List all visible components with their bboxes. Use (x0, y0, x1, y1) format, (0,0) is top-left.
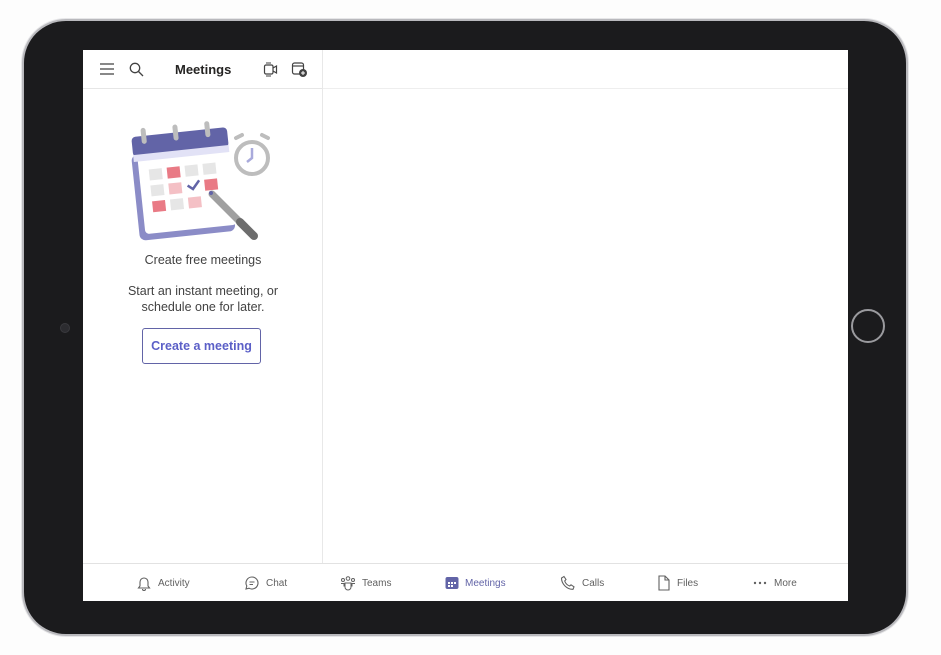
tab-activity[interactable]: Activity (136, 564, 190, 601)
header: Meetings (83, 50, 323, 89)
phone-icon (560, 575, 575, 590)
app-screen: Meetings Create free meetings Start an i… (83, 50, 848, 601)
file-icon (658, 575, 670, 591)
menu-icon[interactable] (99, 62, 115, 76)
tab-files[interactable]: Files (657, 564, 698, 601)
tab-label: Chat (266, 577, 288, 589)
empty-state-description: Start an instant meeting, or schedule on… (83, 283, 323, 315)
page-title: Meetings (175, 62, 232, 77)
calendar-icon (445, 577, 459, 589)
chat-icon (245, 576, 259, 590)
create-meeting-button[interactable]: Create a meeting (142, 328, 261, 364)
tab-meetings[interactable]: Meetings (445, 564, 506, 601)
tab-label: More (774, 577, 797, 589)
home-button[interactable] (851, 309, 885, 343)
tab-label: Files (677, 577, 699, 589)
bottom-nav: Activity Chat Teams Meetings Calls Files… (83, 563, 848, 601)
meet-now-icon[interactable] (263, 62, 278, 77)
ellipsis-icon (753, 581, 767, 585)
tab-label: Meetings (465, 577, 506, 589)
tab-label: Calls (582, 577, 605, 589)
detail-header-border (323, 88, 848, 89)
empty-state-heading: Create free meetings (144, 253, 262, 267)
description-line-1: Start an instant meeting, or (127, 284, 279, 298)
tab-chat[interactable]: Chat (244, 564, 287, 601)
tab-teams[interactable]: Teams (340, 564, 391, 601)
teams-icon (341, 576, 355, 591)
description-line-2: schedule one for later. (141, 300, 265, 314)
tab-label: Teams (362, 577, 392, 589)
bell-icon (137, 577, 151, 591)
calendar-illustration (131, 121, 270, 241)
tab-calls[interactable]: Calls (560, 564, 604, 601)
tab-more[interactable]: More (752, 564, 797, 601)
camera (60, 323, 70, 333)
tab-label: Activity (158, 577, 190, 589)
search-icon[interactable] (129, 62, 144, 77)
schedule-meeting-icon[interactable] (291, 61, 308, 78)
